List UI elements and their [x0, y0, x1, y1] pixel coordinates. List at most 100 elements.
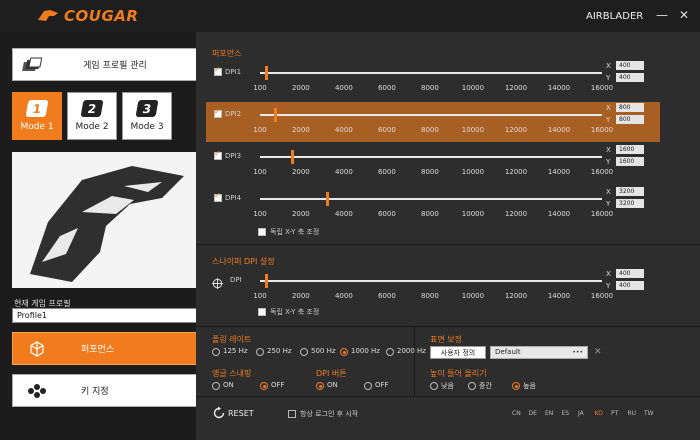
dpi2-slider-thumb[interactable]: [274, 108, 278, 122]
sniper-dpi-row[interactable]: DPI 100 2000 4000 6000 8000 10000 12000 14000 160…: [206, 268, 660, 308]
dpi3-checkbox[interactable]: [214, 149, 222, 160]
sniper-dpi-slider-track[interactable]: [260, 280, 602, 282]
section-divider: [196, 244, 700, 245]
language-tw[interactable]: TW: [644, 410, 654, 417]
minimize-button[interactable]: —: [656, 8, 668, 22]
sniper-dpi-slider-thumb[interactable]: [265, 274, 269, 288]
dpi1-x-value[interactable]: 400: [616, 61, 644, 70]
dpi-button-on-radio[interactable]: [316, 382, 324, 390]
angle-snap-on-label: ON: [223, 381, 234, 389]
surface-custom-button[interactable]: 사용자 정의: [430, 346, 486, 359]
sniper-dpi-y-value[interactable]: 400: [616, 281, 644, 290]
angle-snap-off-radio[interactable]: [260, 382, 268, 390]
nav-performance-button[interactable]: 퍼포먼스: [12, 332, 198, 365]
language-ru[interactable]: RU: [628, 410, 637, 417]
dpi4-y-value[interactable]: 3200: [616, 199, 644, 208]
lift-off-radio-2[interactable]: [512, 382, 520, 390]
polling-radio-2[interactable]: [300, 348, 308, 356]
sniper-dpi-label: DPI: [230, 276, 242, 284]
dpi1-row[interactable]: DPI1 100 2000 4000 6000 8000 10000 12000 14000 16…: [206, 60, 660, 100]
dpi2-y-value[interactable]: 800: [616, 115, 644, 124]
lift-off-radio-0[interactable]: [430, 382, 438, 390]
angle-snap-off-label: OFF: [271, 381, 285, 389]
dpi4-slider-track[interactable]: [260, 198, 602, 200]
mode-3-button[interactable]: 3 Mode 3: [122, 92, 172, 140]
tick-label: 2000: [291, 210, 310, 218]
nav-key-assign-button[interactable]: 키 지정: [12, 374, 198, 407]
dpi1-slider-track[interactable]: [260, 72, 602, 74]
polling-radio-1[interactable]: [256, 348, 264, 356]
dpi3-row[interactable]: DPI3 100 2000 4000 6000 8000 10000 12000 14000 16…: [206, 144, 660, 184]
independent-xy-checkbox[interactable]: [258, 228, 266, 236]
sidebar: 게임 프로필 관리 1 Mode 1 2 Mode 2 3 Mode 3 현재 …: [0, 32, 198, 440]
dpi4-slider-thumb[interactable]: [325, 192, 329, 206]
dpi4-checkbox[interactable]: [214, 191, 222, 202]
dpi2-slider-track[interactable]: [260, 114, 602, 116]
mode-1-button[interactable]: 1 Mode 1: [12, 92, 62, 140]
dpi3-y-value[interactable]: 1600: [616, 157, 644, 166]
sniper-dpi-x-value[interactable]: 400: [616, 269, 644, 278]
language-pt[interactable]: PT: [611, 410, 618, 417]
startup-label: 항상 로그인 후 시작: [300, 410, 359, 418]
surface-preset-dropdown[interactable]: Default •••: [490, 346, 588, 359]
polling-radio-3[interactable]: [340, 348, 348, 356]
tick-label: 4000: [334, 84, 353, 92]
more-options-icon[interactable]: •••: [572, 347, 583, 358]
language-ko[interactable]: KO: [595, 410, 603, 417]
tick-label: 16000: [590, 210, 614, 218]
close-button[interactable]: ✕: [679, 8, 689, 22]
surface-calibration-title: 표면 보정: [430, 335, 462, 344]
tick-label: 6000: [377, 210, 396, 218]
tick-label: 10000: [461, 210, 485, 218]
dpi2-checkbox[interactable]: [214, 107, 222, 118]
dpi1-checkbox[interactable]: [214, 65, 222, 76]
tick-label: 100: [253, 168, 267, 176]
surface-preset-value: Default: [495, 348, 521, 356]
current-profile-field[interactable]: Profile1: [12, 308, 198, 323]
dpi1-y-label: Y: [606, 74, 611, 82]
performance-section-title: 퍼포먼스: [212, 49, 242, 58]
polling-label-0: 125 Hz: [223, 347, 248, 355]
tick-label: 2000: [291, 168, 310, 176]
angle-snap-on-radio[interactable]: [212, 382, 220, 390]
language-de[interactable]: DE: [529, 410, 537, 417]
dpi2-row[interactable]: DPI2 100 2000 4000 6000 8000 10000 12000 14000 16…: [206, 102, 660, 142]
language-ja[interactable]: JA: [578, 410, 584, 417]
dpi3-slider-track[interactable]: [260, 156, 602, 158]
tick-label: 4000: [334, 168, 353, 176]
settings-divider-vertical: [414, 326, 415, 396]
polling-rate-title: 폴링 레이트: [212, 335, 252, 344]
tick-label: 8000: [421, 126, 439, 134]
language-en[interactable]: EN: [545, 410, 553, 417]
language-es[interactable]: ES: [562, 410, 570, 417]
tick-label: 12000: [504, 292, 528, 300]
language-cn[interactable]: CN: [512, 410, 521, 417]
tick-label: 12000: [504, 84, 528, 92]
sniper-independent-xy-label: 독립 X-Y 축 조정: [270, 308, 320, 316]
mode-2-button[interactable]: 2 Mode 2: [67, 92, 117, 140]
dpi3-slider-thumb[interactable]: [291, 150, 295, 164]
polling-radio-4[interactable]: [386, 348, 394, 356]
dpi2-x-value[interactable]: 800: [616, 103, 644, 112]
lift-off-radio-1[interactable]: [468, 382, 476, 390]
dpi4-x-value[interactable]: 3200: [616, 187, 644, 196]
polling-radio-0[interactable]: [212, 348, 220, 356]
dpi3-label: DPI3: [225, 152, 242, 160]
game-profile-manage-button[interactable]: 게임 프로필 관리: [12, 48, 198, 81]
dpi1-slider-thumb[interactable]: [265, 66, 269, 80]
dpi-button-off-radio[interactable]: [364, 382, 372, 390]
dpi3-x-value[interactable]: 1600: [616, 145, 644, 154]
tick-label: 6000: [377, 84, 396, 92]
lift-off-label-2: 높음: [523, 382, 536, 390]
reset-button[interactable]: RESET: [212, 406, 254, 420]
dpi4-x-label: X: [606, 188, 611, 196]
title-bar[interactable]: COUGAR AIRBLADER — ✕: [0, 0, 700, 32]
dpi-button-title: DPI 버튼: [316, 369, 347, 378]
cube-icon: [13, 340, 61, 357]
dpi1-y-value[interactable]: 400: [616, 73, 644, 82]
sniper-independent-xy-checkbox[interactable]: [258, 308, 266, 316]
startup-checkbox[interactable]: [288, 410, 296, 418]
dpi4-row[interactable]: DPI4 100 2000 4000 6000 8000 10000 12000 14000 16…: [206, 186, 660, 226]
clear-surface-icon[interactable]: ✕: [594, 347, 602, 357]
tick-label: 4000: [334, 126, 353, 134]
